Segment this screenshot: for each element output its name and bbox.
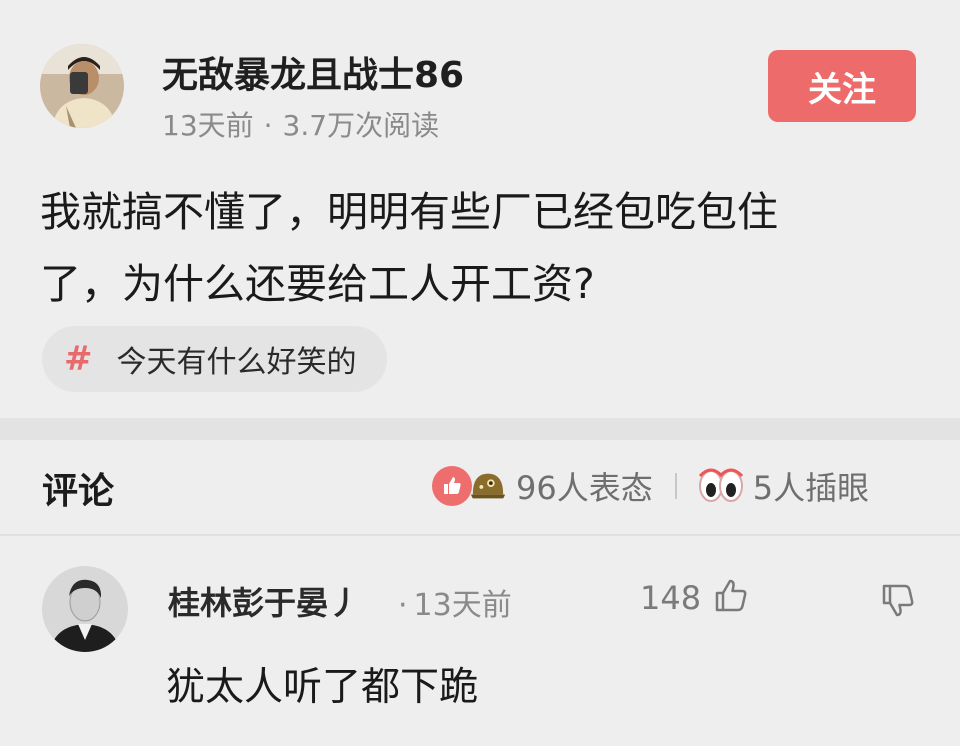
- post-meta: 13天前 · 3.7万次阅读: [162, 104, 439, 144]
- reactions-summary[interactable]: 96人表态 5人插眼: [432, 458, 869, 514]
- author-name[interactable]: 无敌暴龙且战士86: [162, 46, 464, 98]
- reactions-divider: [674, 473, 677, 499]
- post-time: 13天前: [162, 109, 254, 142]
- comment-like-button[interactable]: 148: [640, 574, 751, 622]
- post-page: 无敌暴龙且战士86 13天前 · 3.7万次阅读 关注 我就搞不懂了，明明有些厂已经…: [0, 0, 960, 746]
- topic-label: 今天有什么好笑的: [116, 345, 357, 380]
- thumbs-up-outline-icon: [711, 576, 751, 620]
- comments-tab[interactable]: 评论: [42, 462, 114, 514]
- reactions-count: 96人表态: [516, 469, 653, 507]
- comment-time-value: 13天前: [413, 588, 512, 623]
- commenter-name[interactable]: 桂林彭于晏丿: [168, 578, 360, 624]
- topic-tag[interactable]: # 今天有什么好笑的: [42, 326, 387, 392]
- comments-separator: [0, 534, 960, 536]
- meta-separator: ·: [263, 109, 273, 142]
- post-header: 无敌暴龙且战士86 13天前 · 3.7万次阅读 关注: [0, 0, 960, 150]
- post-text-line: 了，为什么还要给工人开工资?: [40, 260, 595, 308]
- comment-like-count: 148: [640, 579, 702, 617]
- view-count: 3.7万次阅读: [282, 109, 440, 142]
- eyes-count: 5人插眼: [752, 469, 870, 507]
- section-divider: [0, 418, 960, 440]
- commenter-avatar[interactable]: [42, 566, 128, 652]
- post-content: 我就搞不懂了，明明有些厂已经包吃包住 了，为什么还要给工人开工资?: [40, 176, 930, 320]
- comment-text: 犹太人听了都下跪: [166, 665, 479, 710]
- comment-time-separator: ·: [398, 588, 408, 623]
- comment-dislike-button[interactable]: [876, 576, 920, 620]
- post-text-line: 我就搞不懂了，明明有些厂已经包吃包住: [40, 188, 778, 236]
- helmet-emoji-icon: [468, 466, 508, 506]
- thumbs-down-outline-icon: [876, 584, 920, 624]
- comment-time: · 13天前: [398, 580, 512, 624]
- thumbs-up-icon: [432, 466, 472, 506]
- author-avatar[interactable]: [40, 44, 124, 128]
- eyes-emoji-icon: [697, 466, 745, 506]
- follow-button[interactable]: 关注: [768, 50, 916, 122]
- hashtag-icon: #: [64, 339, 93, 379]
